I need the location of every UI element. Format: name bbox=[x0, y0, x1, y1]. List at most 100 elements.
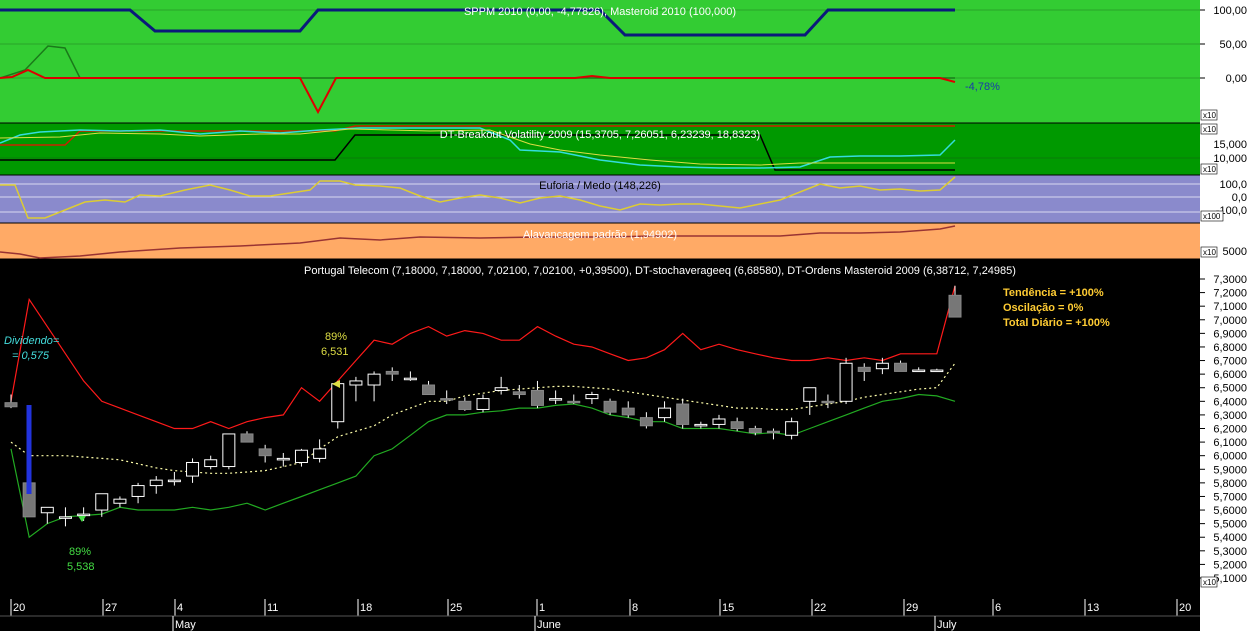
annotation-bottom-value: 5,538 bbox=[67, 561, 95, 573]
annotation-top-pct: 89% bbox=[325, 331, 347, 343]
price-tick-label: 5,2000 bbox=[1213, 559, 1247, 571]
date-tick-label: 13 bbox=[1087, 602, 1099, 614]
candle-body bbox=[748, 428, 762, 434]
candle-body bbox=[894, 362, 908, 372]
breakout-tick: 10,000 bbox=[1213, 153, 1247, 165]
candle-body bbox=[476, 398, 490, 410]
euforia-tick: 100,0 bbox=[1219, 179, 1247, 191]
alavancagem-scale-tag: x10 bbox=[1203, 248, 1216, 257]
candle-body bbox=[494, 387, 508, 391]
breakout-tick: 15,000 bbox=[1213, 139, 1247, 151]
price-tick-label: 7,3000 bbox=[1213, 274, 1247, 286]
sppm-scale-tag: x10 bbox=[1203, 111, 1216, 120]
date-tick-label: 11 bbox=[267, 602, 278, 614]
candle-body bbox=[222, 433, 236, 468]
chart-canvas: SPPM 2010 (0,00, -4,77826), Masteroid 20… bbox=[0, 0, 1250, 631]
euforia-tick: 0,0 bbox=[1232, 192, 1247, 204]
info-tendencia: Tendência = +100% bbox=[1003, 287, 1104, 299]
month-label: May bbox=[175, 619, 196, 631]
date-tick-label: 29 bbox=[906, 602, 918, 614]
price-tick-label: 5,1000 bbox=[1213, 573, 1247, 585]
alavancagem-title: Alavancagem padrão (1,94902) bbox=[523, 229, 677, 241]
price-tick-label: 7,0000 bbox=[1213, 315, 1247, 327]
candle-body bbox=[766, 430, 780, 434]
date-tick-label: 25 bbox=[450, 602, 462, 614]
date-tick-label: 8 bbox=[632, 602, 638, 614]
price-tick-label: 6,8000 bbox=[1213, 342, 1247, 354]
chart-window: SPPM 2010 (0,00, -4,77826), Masteroid 20… bbox=[0, 0, 1250, 631]
candle-body bbox=[440, 398, 454, 401]
euforia-scale-tag: x10 bbox=[1203, 165, 1216, 174]
price-tick-label: 6,5000 bbox=[1213, 383, 1247, 395]
candle-body bbox=[567, 400, 581, 404]
info-total-diario: Total Diário = +100% bbox=[1003, 317, 1110, 329]
candle-body bbox=[367, 373, 381, 386]
candle-body bbox=[948, 294, 962, 318]
candle-body bbox=[131, 485, 145, 497]
main-scale-tag: x10 bbox=[1203, 578, 1216, 587]
candle-body bbox=[912, 369, 926, 373]
candle-body bbox=[639, 417, 653, 427]
candle-body bbox=[240, 433, 254, 443]
candle-body bbox=[730, 421, 744, 430]
candle bbox=[603, 398, 617, 415]
candle-body bbox=[276, 457, 290, 461]
candle-body bbox=[313, 448, 327, 459]
candle-body bbox=[113, 498, 127, 504]
dividend-value: = 0,575 bbox=[12, 350, 50, 362]
price-tick-label: 6,7000 bbox=[1213, 356, 1247, 368]
sppm-tick: 0,00 bbox=[1226, 73, 1247, 85]
candle-body bbox=[258, 448, 272, 457]
date-tick-label: 18 bbox=[360, 602, 372, 614]
candle-body bbox=[294, 449, 308, 463]
candle-body bbox=[331, 383, 345, 423]
candle-body bbox=[930, 369, 944, 373]
candle-body bbox=[839, 362, 853, 402]
candle-body bbox=[603, 400, 617, 413]
candle-body bbox=[676, 403, 690, 425]
sppm-last-label: -4,78% bbox=[965, 81, 1000, 93]
date-tick-label: 1 bbox=[539, 602, 545, 614]
candle-body bbox=[77, 513, 91, 517]
main-title: Portugal Telecom (7,18000, 7,18000, 7,02… bbox=[304, 265, 1016, 277]
date-tick-label: 15 bbox=[722, 602, 734, 614]
price-tick-label: 6,2000 bbox=[1213, 424, 1247, 436]
price-tick-label: 6,4000 bbox=[1213, 396, 1247, 408]
alavancagem-tick: 5000 bbox=[1223, 246, 1247, 258]
candle bbox=[222, 433, 236, 470]
price-tick-label: 6,1000 bbox=[1213, 437, 1247, 449]
price-tick-label: 5,9000 bbox=[1213, 464, 1247, 476]
candle-body bbox=[349, 380, 363, 386]
price-tick-label: 5,3000 bbox=[1213, 546, 1247, 558]
candle-body bbox=[821, 400, 835, 404]
price-tick-label: 5,6000 bbox=[1213, 505, 1247, 517]
price-tick-label: 6,9000 bbox=[1213, 328, 1247, 340]
candle-body bbox=[40, 506, 54, 514]
date-tick-label: 22 bbox=[814, 602, 826, 614]
price-tick-label: 6,0000 bbox=[1213, 451, 1247, 463]
candle bbox=[331, 380, 345, 429]
month-label: July bbox=[937, 619, 957, 631]
candle-body bbox=[403, 377, 417, 381]
candle-body bbox=[385, 370, 399, 375]
candle-body bbox=[58, 516, 72, 519]
alavancagem-axis: x10 5000 bbox=[1200, 246, 1247, 258]
sppm-tick: 100,00 bbox=[1213, 5, 1247, 17]
candle-body bbox=[458, 400, 472, 410]
candle-body bbox=[658, 407, 672, 419]
price-tick-label: 5,8000 bbox=[1213, 478, 1247, 490]
dividend-label: Dividendo= bbox=[4, 335, 60, 347]
candle-body bbox=[530, 389, 544, 406]
info-oscilacao: Oscilação = 0% bbox=[1003, 302, 1084, 314]
candle-body bbox=[95, 493, 109, 511]
candle-body bbox=[712, 418, 726, 425]
price-tick-label: 6,6000 bbox=[1213, 369, 1247, 381]
price-tick-label: 6,3000 bbox=[1213, 410, 1247, 422]
candle-body bbox=[694, 423, 708, 427]
breakout-title: DT-Breakout Volatility 2009 (15,3705, 7,… bbox=[440, 129, 760, 141]
candle-body bbox=[167, 479, 181, 483]
price-tick-label: 5,5000 bbox=[1213, 519, 1247, 531]
price-tick-label: 5,4000 bbox=[1213, 532, 1247, 544]
price-tick-label: 7,2000 bbox=[1213, 288, 1247, 300]
candle bbox=[839, 357, 853, 405]
